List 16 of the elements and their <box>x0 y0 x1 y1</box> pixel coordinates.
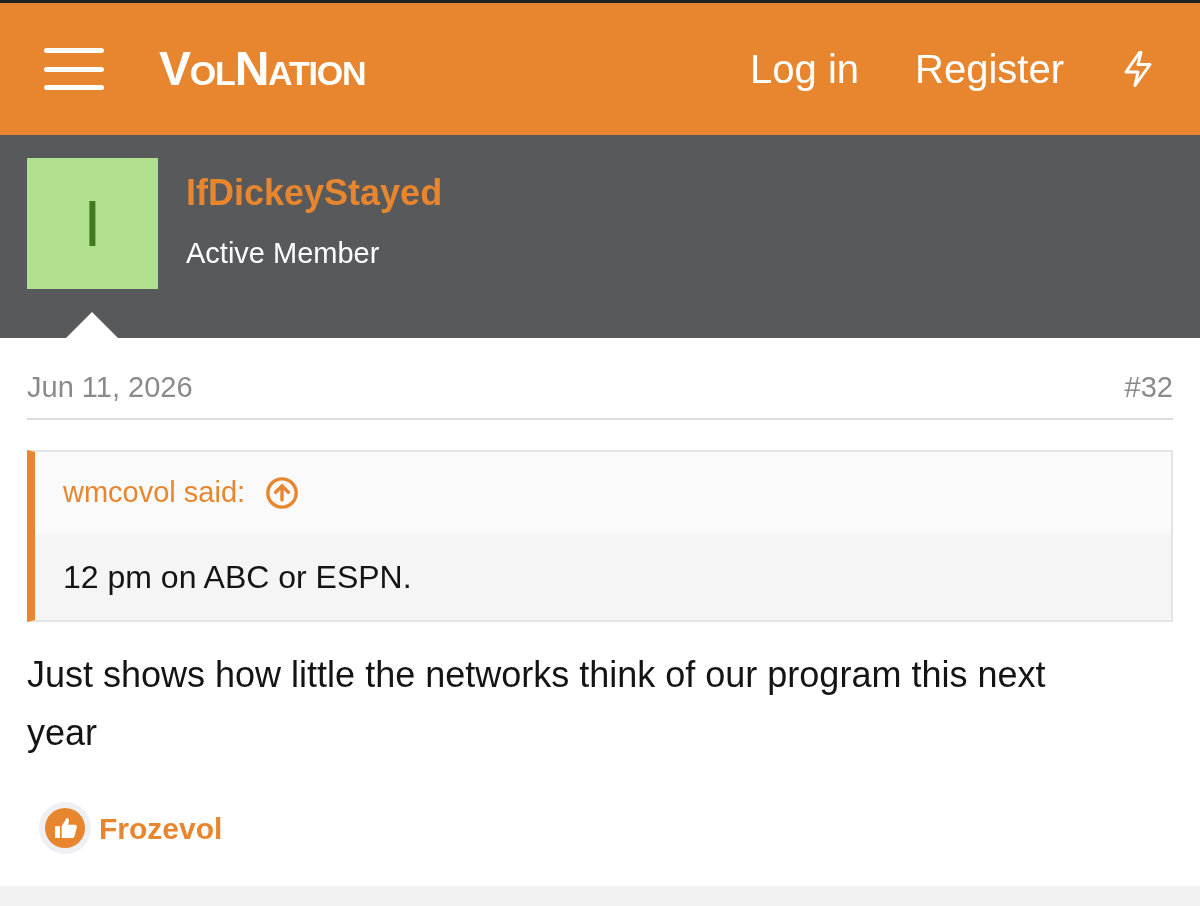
menu-icon[interactable] <box>44 45 104 93</box>
reaction-user[interactable]: Frozevol <box>99 805 223 851</box>
header-link[interactable]: Log in <box>750 39 860 99</box>
arrow-up-circle-icon[interactable] <box>265 476 300 510</box>
post-number[interactable]: #32 <box>1124 366 1173 410</box>
post-body: Just shows how little the networks think of our program this next year <box>27 653 1047 755</box>
header-link[interactable]: Register <box>915 39 1064 99</box>
pointer-arrow <box>66 312 118 338</box>
site-logo[interactable]: VolNation <box>159 33 366 105</box>
quote-author[interactable]: wmcovol said: <box>63 471 246 515</box>
user-avatar[interactable]: I <box>27 158 158 289</box>
post-date[interactable]: Jun 11, 2026 <box>27 366 193 410</box>
user-title: Active Member <box>186 236 381 271</box>
thumbs-up-icon <box>39 802 91 854</box>
username[interactable]: IfDickeyStayed <box>186 166 443 220</box>
quote-text: 12 pm on ABC or ESPN. <box>63 558 412 597</box>
